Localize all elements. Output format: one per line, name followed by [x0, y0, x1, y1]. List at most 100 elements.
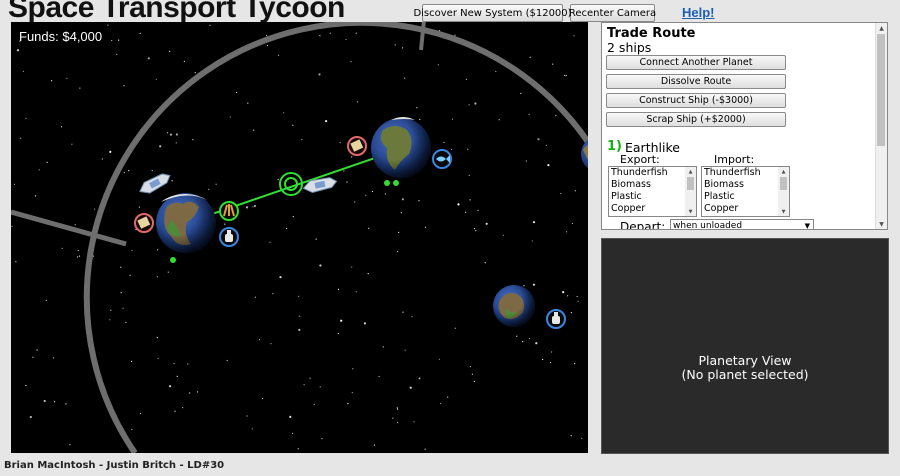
- list-item[interactable]: Thunderfish: [702, 167, 789, 179]
- star: [299, 315, 301, 317]
- terran-planet[interactable]: [371, 117, 431, 178]
- scroll-up-arrow-icon[interactable]: ▲: [876, 23, 887, 33]
- star: [325, 120, 328, 123]
- star: [373, 444, 375, 446]
- scroll-down-arrow-icon[interactable]: ▼: [876, 219, 887, 229]
- planetary-view-status: (No planet selected): [681, 367, 809, 382]
- star: [350, 61, 352, 63]
- bottle-icon[interactable]: [219, 227, 239, 247]
- list-scrollbar[interactable]: ▲ ▼: [685, 167, 696, 216]
- star: [562, 291, 565, 294]
- ship-icon[interactable]: [137, 170, 173, 197]
- ship-icon[interactable]: [302, 175, 338, 194]
- star: [298, 295, 300, 297]
- list-item[interactable]: Thunderfish: [609, 167, 696, 179]
- star: [570, 312, 573, 314]
- star: [319, 386, 321, 388]
- planetary-view-title: Planetary View: [698, 353, 792, 368]
- forest-planet[interactable]: [493, 285, 535, 327]
- star: [451, 118, 454, 120]
- list-item[interactable]: Biomass: [609, 179, 696, 191]
- crate-icon[interactable]: [134, 213, 154, 233]
- star: [447, 396, 449, 398]
- star: [451, 148, 453, 151]
- credits-footer: Brian MacIntosh - Justin Britch - LD#30: [4, 460, 225, 471]
- star: [352, 368, 354, 370]
- export-list[interactable]: Thunderfish Biomass Plastic Copper ▲ ▼: [608, 166, 697, 217]
- star: [469, 199, 471, 201]
- scroll-up-arrow-icon[interactable]: ▲: [778, 167, 789, 176]
- list-item[interactable]: Plastic: [702, 191, 789, 203]
- star: [394, 44, 396, 46]
- list-item[interactable]: Copper: [609, 203, 696, 215]
- star: [313, 403, 315, 405]
- star: [522, 341, 524, 343]
- dissolve-route-button[interactable]: Dissolve Route: [606, 74, 786, 89]
- construct-ship-button[interactable]: Construct Ship (-$3000): [606, 93, 786, 108]
- earthlike-planet[interactable]: [156, 193, 216, 253]
- star: [156, 276, 158, 278]
- star: [175, 133, 178, 136]
- list-scrollbar[interactable]: ▲ ▼: [778, 167, 789, 216]
- star: [15, 261, 17, 263]
- fish-icon[interactable]: [432, 149, 452, 169]
- star: [169, 50, 171, 52]
- star: [443, 141, 445, 143]
- scroll-thumb[interactable]: [877, 34, 885, 146]
- help-link[interactable]: Help!: [682, 5, 715, 20]
- star: [409, 386, 412, 389]
- star: [32, 356, 34, 358]
- bottle-icon[interactable]: [546, 309, 566, 329]
- star: [298, 328, 301, 331]
- crate-icon[interactable]: [347, 136, 367, 156]
- star: [125, 321, 127, 324]
- space-map[interactable]: [11, 22, 588, 453]
- star: [468, 104, 470, 106]
- connect-planet-button[interactable]: Connect Another Planet: [606, 55, 786, 70]
- star: [401, 198, 404, 201]
- star: [532, 283, 536, 286]
- list-item[interactable]: Plastic: [609, 191, 696, 203]
- star: [321, 438, 323, 440]
- star: [404, 77, 406, 79]
- scroll-down-arrow-icon[interactable]: ▼: [685, 207, 696, 216]
- star: [566, 231, 568, 233]
- star: [175, 142, 177, 144]
- scroll-thumb[interactable]: [780, 177, 787, 190]
- star: [560, 192, 562, 195]
- star: [289, 415, 292, 418]
- star: [551, 351, 553, 353]
- space-viewport[interactable]: Funds: $4,000: [11, 22, 588, 453]
- star: [413, 421, 415, 423]
- ship-dot: [393, 180, 399, 186]
- star: [347, 403, 349, 405]
- star: [252, 206, 254, 208]
- star: [564, 74, 566, 76]
- depart-select[interactable]: when unloaded ▼: [670, 219, 814, 229]
- star: [292, 216, 294, 218]
- star: [25, 117, 27, 119]
- panel-scrollbar[interactable]: ▲ ▼: [875, 23, 887, 229]
- recenter-camera-button[interactable]: Recenter Camera: [569, 4, 656, 22]
- star: [528, 338, 531, 340]
- star: [532, 221, 536, 224]
- star: [52, 357, 55, 359]
- scroll-down-arrow-icon[interactable]: ▼: [778, 207, 789, 216]
- star: [382, 346, 384, 348]
- scrap-ship-button[interactable]: Scrap Ship (+$2000): [606, 112, 786, 127]
- star: [367, 273, 369, 275]
- star: [266, 34, 268, 37]
- star: [71, 143, 73, 145]
- scroll-thumb[interactable]: [687, 177, 694, 190]
- star: [520, 92, 522, 94]
- star: [120, 292, 122, 294]
- star: [345, 38, 347, 41]
- discover-new-system-button[interactable]: Discover New System ($12000): [413, 4, 572, 22]
- import-list[interactable]: Thunderfish Biomass Plastic Copper ▲ ▼: [701, 166, 790, 217]
- star: [402, 47, 404, 49]
- list-item[interactable]: Copper: [702, 203, 789, 215]
- wheat-icon[interactable]: [219, 201, 239, 221]
- scroll-up-arrow-icon[interactable]: ▲: [685, 167, 696, 176]
- star: [397, 421, 399, 423]
- list-item[interactable]: Biomass: [702, 179, 789, 191]
